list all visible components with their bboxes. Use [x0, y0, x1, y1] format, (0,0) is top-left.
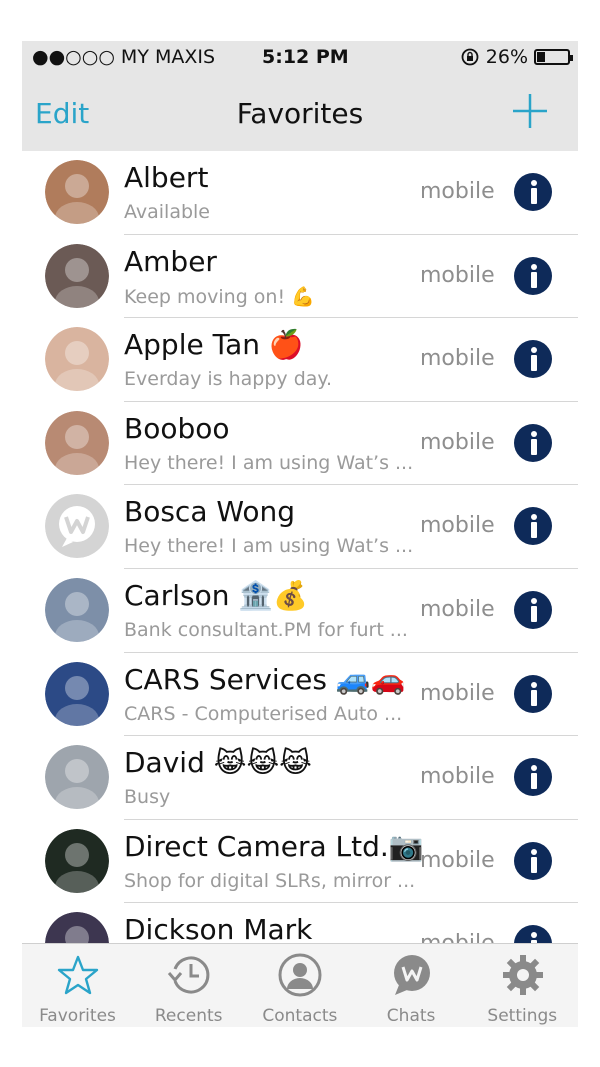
tab-label: Settings [487, 1006, 558, 1026]
contact-row[interactable]: Bosca Wong Hey there! I am using Wat’s ..… [22, 485, 578, 569]
info-button-icon[interactable] [514, 841, 552, 880]
contact-avatar [45, 494, 109, 559]
contact-status: Hey there! I am using Wat’s ... [124, 451, 414, 474]
contact-name: CARS Services 🚙🚗 [124, 662, 406, 696]
battery-percent: 26% [485, 46, 528, 68]
phone-type-label: mobile [420, 847, 495, 873]
phone-type-label: mobile [420, 680, 495, 706]
contact-name: David 😹😹😹 [124, 746, 312, 780]
navigation-bar: Edit Favorites [22, 75, 578, 151]
contact-avatar [45, 160, 109, 224]
tab-label: Chats [386, 1006, 436, 1026]
tab-chats[interactable]: Chats [356, 944, 467, 1027]
contact-status: Everday is happy day. [124, 368, 332, 391]
contact-avatar [45, 410, 109, 475]
clock: 5:12 PM [262, 46, 349, 68]
contact-avatar [45, 327, 109, 392]
tab-label: Recents [154, 1006, 223, 1026]
carrier-label: ●●○○○ MY MAXIS [32, 46, 216, 68]
contact-name: Dickson Mark [124, 913, 313, 943]
contact-name: Direct Camera Ltd.📷 [124, 829, 424, 863]
phone-type-label: mobile [420, 346, 495, 372]
contact-name: Booboo [124, 411, 230, 445]
battery-icon [534, 49, 573, 65]
contact-name: Amber [124, 244, 217, 278]
info-button-icon[interactable] [514, 674, 552, 713]
contact-name: Carlson 🏦💰 [124, 578, 309, 612]
contact-avatar [45, 828, 109, 893]
plus-icon[interactable] [512, 93, 548, 129]
phone-type-label: mobile [420, 262, 495, 288]
tab-bar: Favorites Recents Contacts Chats Settings [22, 943, 578, 1027]
contact-avatar [45, 745, 109, 810]
phone-type-label: mobile [420, 513, 495, 539]
info-button-icon[interactable] [514, 340, 552, 379]
info-button-icon[interactable] [514, 256, 552, 295]
phone-type-label: mobile [420, 429, 495, 455]
status-bar: ●●○○○ MY MAXIS 5:12 PM 26% [22, 41, 578, 75]
contact-status: Shop for digital SLRs, mirror ... [124, 869, 416, 892]
phone-type-label: mobile [420, 764, 495, 790]
contact-row[interactable]: Carlson 🏦💰 Bank consultant.PM for furt ..… [22, 569, 578, 653]
phone-type-label: mobile [420, 931, 495, 943]
page-title: Favorites [236, 97, 364, 130]
contact-avatar [45, 243, 109, 308]
contact-name: Apple Tan 🍎 [124, 328, 304, 362]
rotation-lock-icon [461, 48, 479, 66]
app-screen: ●●○○○ MY MAXIS 5:12 PM 26% Edit Favorite… [22, 41, 578, 1027]
tab-label: Contacts [262, 1006, 338, 1026]
contact-row[interactable]: Apple Tan 🍎 Everday is happy day. mobile [22, 318, 578, 402]
info-button-icon[interactable] [514, 590, 552, 629]
info-button-icon[interactable] [514, 423, 552, 462]
contact-row[interactable]: David 😹😹😹 Busy mobile [22, 736, 578, 820]
contact-status: Hey there! I am using Wat’s ... [124, 535, 414, 558]
contact-avatar [45, 577, 109, 642]
contact-row[interactable]: CARS Services 🚙🚗 CARS - Computerised Auto… [22, 653, 578, 737]
phone-type-label: mobile [420, 179, 495, 204]
info-button-icon[interactable] [514, 173, 552, 211]
contact-row[interactable]: Amber Keep moving on! 💪 mobile [22, 235, 578, 319]
tab-recents[interactable]: Recents [133, 944, 244, 1027]
info-button-icon[interactable] [514, 758, 552, 797]
info-button-icon[interactable] [514, 925, 552, 943]
contact-status: Available [124, 201, 211, 223]
contact-row[interactable]: Direct Camera Ltd.📷 Shop for digital SLRs… [22, 820, 578, 904]
phone-type-label: mobile [420, 596, 495, 622]
contact-name: Albert [124, 161, 209, 194]
contact-name: Bosca Wong [124, 495, 296, 529]
contact-status: Busy [124, 786, 171, 809]
contact-status: Bank consultant.PM for furt ... [124, 618, 408, 641]
tab-settings[interactable]: Settings [467, 944, 578, 1027]
contact-row[interactable]: Dickson Mark mobile [22, 903, 578, 943]
info-button-icon[interactable] [514, 507, 552, 546]
tab-label: Favorites [39, 1006, 116, 1026]
favorites-list[interactable]: Albert Available mobile Amber Keep moving on… [22, 151, 578, 943]
contact-row[interactable]: Booboo Hey there! I am using Wat’s ... mob… [22, 402, 578, 486]
contact-status: CARS - Computerised Auto ... [124, 702, 403, 725]
status-right: 26% [460, 46, 573, 68]
contact-row[interactable]: Albert Available mobile [22, 151, 578, 235]
contact-avatar [45, 912, 109, 943]
contact-status: Keep moving on! 💪 [124, 285, 315, 308]
contact-avatar [45, 661, 109, 726]
tab-favorites[interactable]: Favorites [22, 944, 133, 1027]
tab-contacts[interactable]: Contacts [244, 944, 355, 1027]
